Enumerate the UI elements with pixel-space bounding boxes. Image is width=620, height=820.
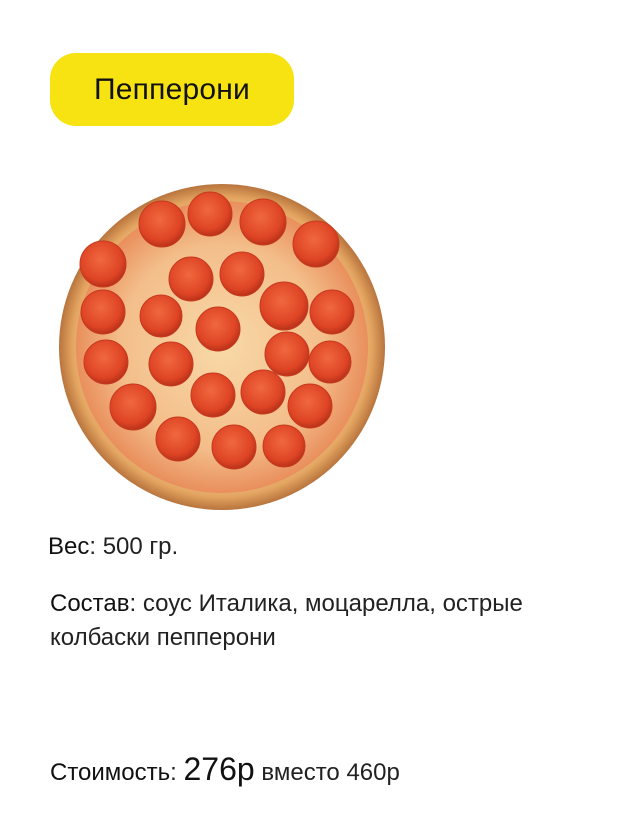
pizza-image: [58, 184, 388, 514]
price-new: 276р: [183, 751, 255, 787]
weight-line: Вес: 500 гр.: [48, 533, 179, 560]
price-instead-word: вместо: [261, 759, 340, 786]
product-title-badge: Пепперони: [50, 53, 294, 126]
price-line: Стоимость: 276р вместо 460р: [50, 751, 400, 787]
composition-line: Состав: соус Италика, моцарелла, острые …: [50, 590, 523, 651]
weight-value: 500 гр.: [102, 533, 179, 560]
price-old: 460р: [346, 759, 400, 786]
pizza-illustration: [59, 184, 385, 510]
composition-label: Состав: [50, 590, 130, 617]
price-label: Стоимость: [50, 759, 171, 786]
weight-label: Вес: [48, 533, 90, 560]
product-title: Пепперони: [94, 72, 250, 106]
